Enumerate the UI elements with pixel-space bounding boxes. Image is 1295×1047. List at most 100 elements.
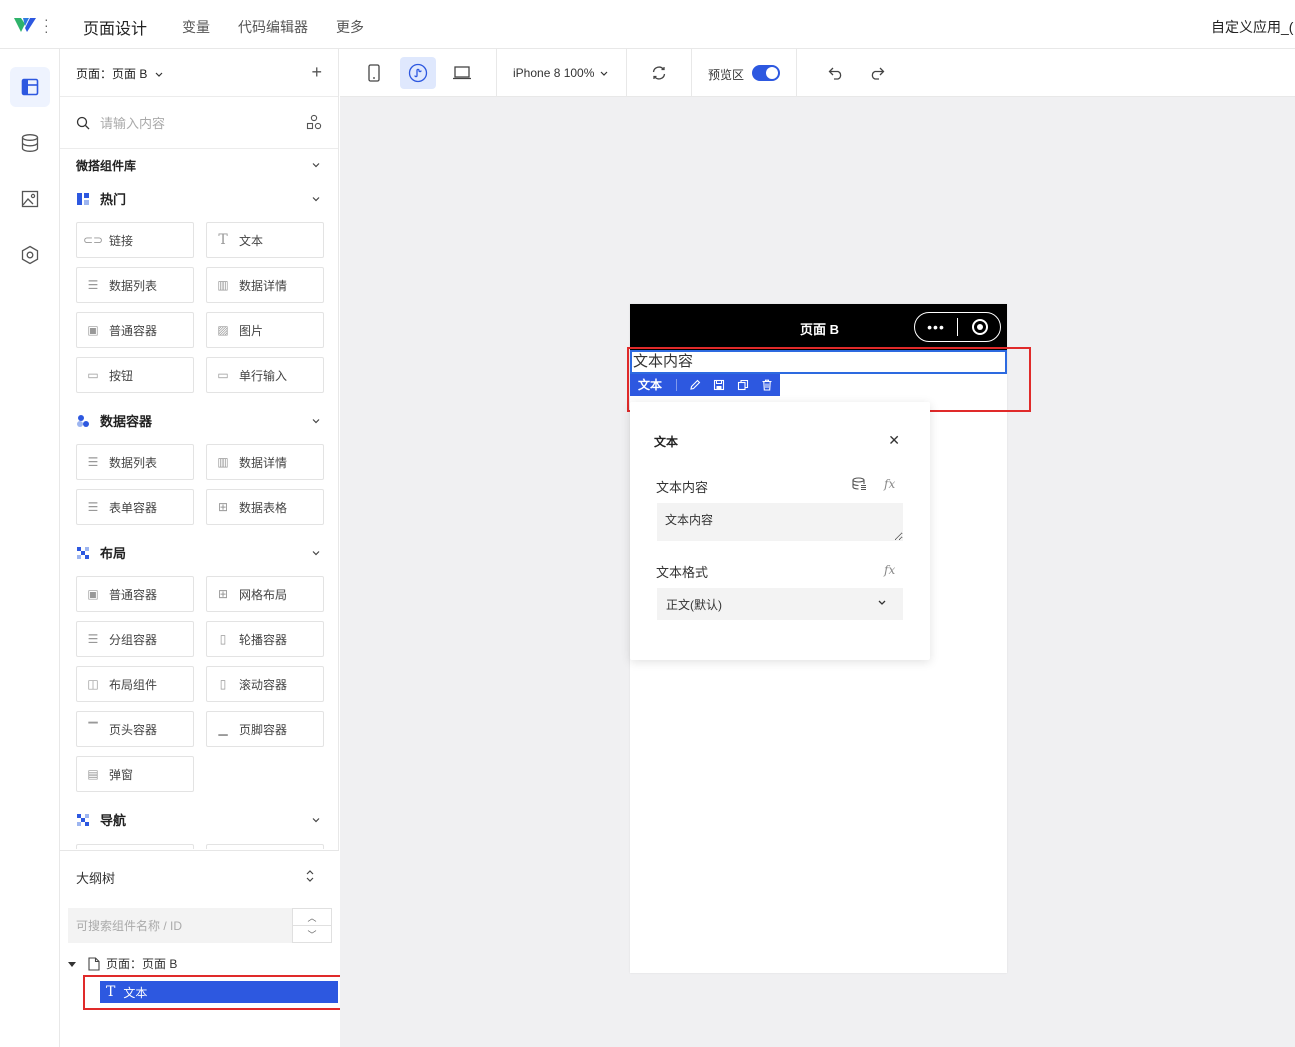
component-label: 轮播容器	[239, 632, 288, 647]
undo-button[interactable]	[818, 57, 854, 89]
component-group-container[interactable]: ☰ 分组容器	[76, 621, 194, 657]
outline-tree-panel: 大纲树 ︿ ﹀ 页面：页面 B T 文本	[60, 850, 339, 1047]
highlight-box	[83, 975, 363, 1010]
chevron-up-down-icon[interactable]	[305, 869, 315, 883]
component-text[interactable]: T 文本	[206, 222, 324, 258]
outline-stepper: ︿ ﹀	[292, 908, 332, 943]
component-search-input[interactable]	[100, 111, 290, 135]
rail-data[interactable]	[10, 123, 50, 163]
rail-media[interactable]	[10, 179, 50, 219]
step-up-icon[interactable]: ︿	[293, 909, 331, 926]
category-layout[interactable]: 布局	[76, 543, 126, 562]
component-label: 表单容器	[109, 500, 158, 515]
close-circle-icon[interactable]	[972, 319, 988, 335]
refresh-button[interactable]	[641, 57, 677, 89]
component-link[interactable]: ⊂⊃ 链接	[76, 222, 194, 258]
fx-expression-icon[interactable]: fx	[884, 477, 895, 491]
component-layout[interactable]: ◫ 布局组件	[76, 666, 194, 702]
container-icon: ▣	[87, 587, 99, 601]
component-label: 页脚容器	[239, 722, 288, 737]
chevron-down-icon[interactable]	[311, 548, 321, 558]
more-dots-icon[interactable]: •••	[915, 320, 957, 334]
step-down-icon[interactable]: ﹀	[293, 926, 331, 942]
data-bind-icon[interactable]	[852, 477, 867, 491]
database-icon	[21, 134, 39, 152]
category-navigation[interactable]: 导航	[76, 810, 126, 829]
component-data-list[interactable]: ☰ 数据列表	[76, 267, 194, 303]
nav-code-editor[interactable]: 代码编辑器	[238, 17, 308, 37]
popover-title: 文本	[654, 435, 679, 449]
divider	[957, 318, 958, 336]
component-data-list[interactable]: ☰ 数据列表	[76, 444, 194, 480]
component-header-container[interactable]: ▔ 页头容器	[76, 711, 194, 747]
divider	[691, 49, 692, 97]
component-label: 分组容器	[109, 632, 158, 647]
nav-variables[interactable]: 变量	[182, 17, 210, 37]
category-label: 数据容器	[100, 414, 153, 429]
component-library[interactable]: 微搭组件库 热门 ⊂⊃ 链接 T 文本 ☰ 数据列表 ▥ 数据详情 ▣ 普通容器 ▨ 图片 …	[60, 149, 339, 849]
device-label: iPhone 8 100%	[513, 66, 595, 80]
table-icon: ⊞	[217, 500, 229, 514]
close-icon[interactable]: ✕	[888, 432, 900, 449]
chevron-down-icon	[600, 71, 608, 76]
device-selector[interactable]: iPhone 8 100%	[513, 66, 608, 80]
page-selector[interactable]: 页面：页面 B	[76, 65, 163, 82]
desktop-view-button[interactable]	[444, 57, 480, 89]
text-format-select[interactable]: 正文(默认)	[657, 588, 903, 620]
rail-settings[interactable]	[10, 235, 50, 275]
left-rail	[0, 49, 60, 1047]
component-shapes-icon[interactable]	[306, 114, 322, 130]
rail-page-design[interactable]	[10, 67, 50, 107]
more-apps-icon[interactable]: · · ·	[44, 12, 50, 38]
text-content-input[interactable]: 文本内容	[657, 503, 903, 541]
component-nav-item[interactable]	[206, 844, 324, 849]
tree-node-page[interactable]: 页面：页面 B	[68, 955, 177, 972]
image-icon	[21, 190, 39, 208]
carousel-icon: ▯	[219, 632, 227, 646]
component-button[interactable]: ▭ 按钮	[76, 357, 194, 393]
fx-expression-icon[interactable]: fx	[884, 563, 895, 577]
component-carousel[interactable]: ▯ 轮播容器	[206, 621, 324, 657]
component-form-container[interactable]: ☰ 表单容器	[76, 489, 194, 525]
outline-search-input[interactable]	[68, 908, 292, 943]
component-container[interactable]: ▣ 普通容器	[76, 312, 194, 348]
outline-title: 大纲树	[76, 871, 116, 886]
component-input[interactable]: ▭ 单行输入	[206, 357, 324, 393]
group-icon: ☰	[87, 632, 99, 646]
redo-button[interactable]	[859, 57, 895, 89]
chevron-down-icon[interactable]	[311, 416, 321, 426]
page-title: 页面设计	[83, 21, 148, 38]
component-label: 图片	[239, 323, 264, 338]
text-icon: T	[218, 232, 228, 248]
laptop-icon	[453, 66, 471, 80]
chevron-down-icon[interactable]	[311, 160, 321, 170]
add-page-icon[interactable]: +	[311, 62, 322, 83]
chevron-down-icon[interactable]	[311, 194, 321, 204]
component-data-detail[interactable]: ▥ 数据详情	[206, 444, 324, 480]
design-canvas[interactable]: 页面 B ••• 文本内容 文本 文本 ✕ 文本内容 fx 文本内容 文本格式 …	[340, 97, 1295, 1047]
component-label: 页头容器	[109, 722, 158, 737]
component-panel: 页面：页面 B + 微搭组件库 热门 ⊂⊃链接 T文本 ☰数据列表 ▥数据详情 …	[60, 49, 363, 1047]
component-image[interactable]: ▨ 图片	[206, 312, 324, 348]
chevron-down-icon[interactable]	[311, 815, 321, 825]
category-hot[interactable]: 热门	[76, 189, 126, 208]
component-label: 弹窗	[109, 767, 134, 782]
weda-logo-icon[interactable]	[12, 14, 38, 36]
component-data-detail[interactable]: ▥ 数据详情	[206, 267, 324, 303]
category-data-container[interactable]: 数据容器	[76, 411, 152, 430]
preview-toggle[interactable]	[752, 65, 780, 81]
component-label: 单行输入	[239, 368, 288, 383]
caret-down-icon[interactable]	[68, 960, 76, 968]
component-grid-layout[interactable]: ⊞ 网格布局	[206, 576, 324, 612]
component-container[interactable]: ▣ 普通容器	[76, 576, 194, 612]
nav-more[interactable]: 更多	[336, 17, 364, 37]
component-modal[interactable]: ▤ 弹窗	[76, 756, 194, 792]
tree-node-label: 页面：页面 B	[106, 957, 178, 971]
mobile-view-button[interactable]	[356, 57, 392, 89]
component-scroll-container[interactable]: ▯ 滚动容器	[206, 666, 324, 702]
component-data-table[interactable]: ⊞ 数据表格	[206, 489, 324, 525]
miniprogram-view-button[interactable]	[400, 57, 436, 89]
component-footer-container[interactable]: ▁ 页脚容器	[206, 711, 324, 747]
component-nav-item[interactable]	[76, 844, 194, 849]
component-label: 数据表格	[239, 500, 288, 515]
